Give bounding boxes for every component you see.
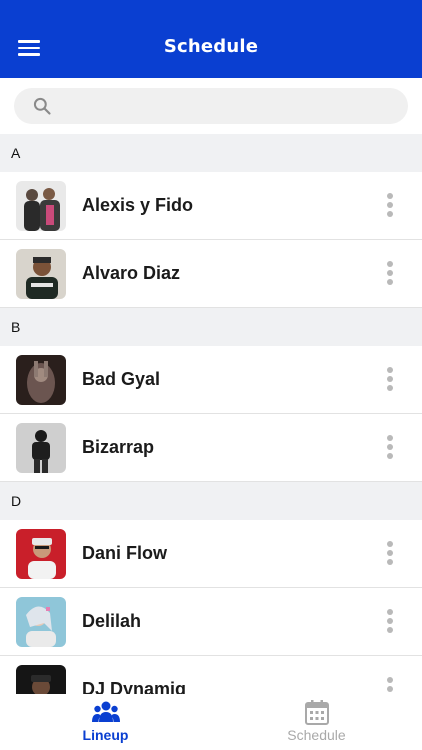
search-bar[interactable] [14,88,408,124]
list-item[interactable]: Bizarrap [0,414,422,482]
list-item[interactable]: Bad Gyal [0,346,422,414]
list-item[interactable]: Alexis y Fido [0,172,422,240]
section-header-d: D [0,482,422,520]
more-options-icon[interactable] [384,193,396,219]
list-item[interactable]: Delilah [0,588,422,656]
list-item[interactable]: Alvaro Diaz [0,240,422,308]
artist-name: Bad Gyal [82,369,161,389]
artist-name: Bizarrap [82,437,155,457]
more-options-icon[interactable] [384,367,396,393]
list-item[interactable]: Dani Flow [0,520,422,588]
avatar [16,597,66,647]
avatar [16,665,66,694]
section-header-b: B [0,308,422,346]
avatar [16,529,66,579]
more-options-icon[interactable] [384,609,396,635]
list-item[interactable]: DJ Dynamiq [0,656,422,694]
avatar [16,355,66,405]
search-input[interactable] [62,94,392,118]
more-options-icon[interactable] [384,435,396,461]
more-options-icon[interactable] [384,261,396,287]
more-options-icon[interactable] [384,541,396,567]
artist-name: Alvaro Diaz [82,263,181,283]
avatar [16,181,66,231]
people-group-icon [92,701,120,722]
tab-lineup[interactable]: Lineup [0,694,211,750]
page-title: Schedule [163,36,259,57]
section-header-a: A [0,134,422,172]
artist-name: DJ Dynamiq [82,679,187,694]
artist-list[interactable]: A Alexis y Fido Alvaro Diaz B Bad Gyal B… [0,134,422,694]
calendar-icon [305,700,329,725]
tab-schedule[interactable]: Schedule [211,694,422,750]
avatar [16,423,66,473]
artist-name: Delilah [82,611,142,631]
artist-name: Dani Flow [82,543,167,563]
bottom-tab-bar: Lineup Schedule [0,694,422,750]
app-bar: Schedule [0,0,422,78]
search-area [0,78,422,134]
tab-label: Schedule [287,727,346,743]
avatar [16,249,66,299]
search-icon [33,97,51,115]
artist-name: Alexis y Fido [82,195,194,215]
tab-label: Lineup [82,727,129,743]
more-options-icon[interactable] [384,677,396,694]
